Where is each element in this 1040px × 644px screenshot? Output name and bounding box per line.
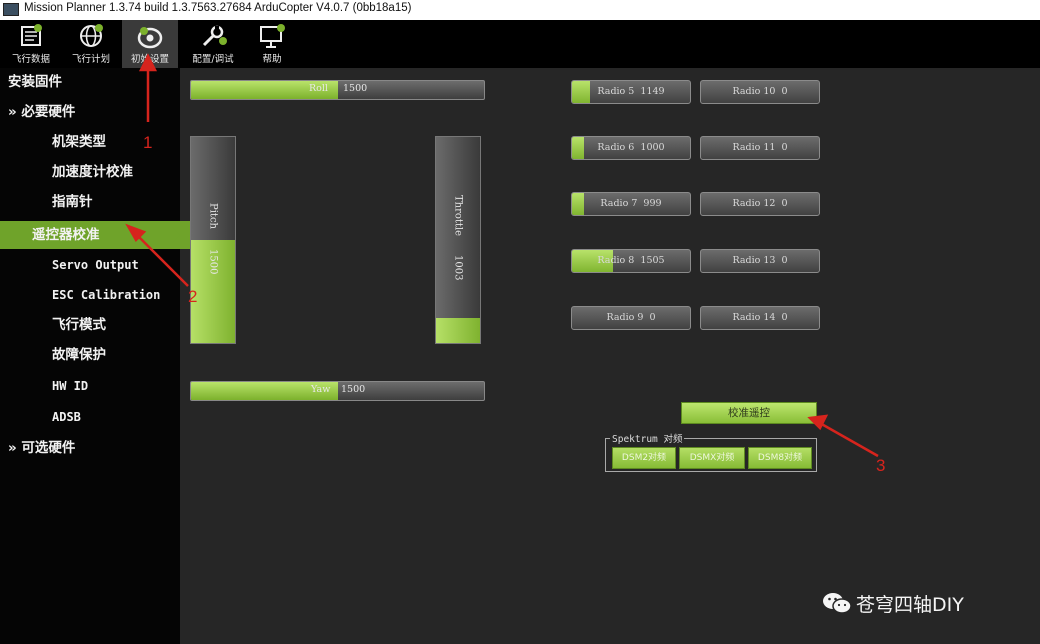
wechat-icon [822,591,852,620]
annotation-arrow-3 [817,420,879,458]
annotation-number-2: 2 [188,287,198,306]
watermark-text: 苍穹四轴DIY [856,594,964,616]
annotation-number-1: 1 [143,133,153,152]
annotation-number-3: 3 [876,456,886,475]
annotation-arrows [125,53,879,458]
annotation-arrowhead-1 [138,53,158,72]
watermark: 苍穹四轴DIY [822,590,964,620]
annotation-arrow-2 [133,231,189,287]
